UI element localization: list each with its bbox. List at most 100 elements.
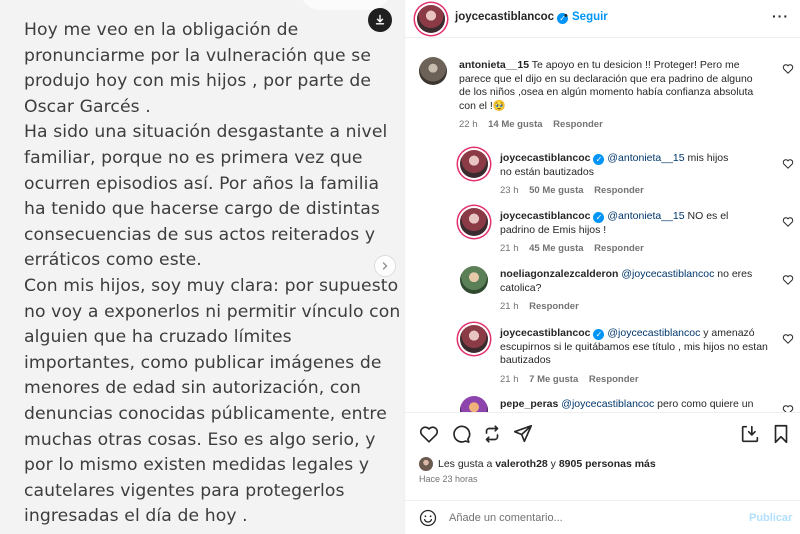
comment-username[interactable]: joycecastiblancoc (500, 327, 590, 339)
commenter-avatar[interactable] (460, 266, 488, 294)
reply-button[interactable]: Responder (594, 185, 644, 196)
like-icon[interactable] (418, 423, 440, 445)
like-comment-icon[interactable] (782, 274, 794, 286)
bookmark-icon[interactable] (770, 423, 792, 445)
image-text-line: familiar, porque no es primera vez que (24, 147, 363, 168)
comment-meta: 22 h 14 Me gusta Responder (459, 119, 764, 130)
comment-input[interactable] (449, 508, 729, 528)
likes-prefix: Les gusta a (438, 458, 493, 470)
comment-time: 21 h (500, 243, 519, 255)
download-icon (375, 14, 385, 25)
comment-mention[interactable]: @joycecastiblancoc (561, 398, 654, 410)
comment-username[interactable]: joycecastiblancoc (500, 152, 590, 164)
liker-username[interactable]: valeroth28 (495, 458, 548, 470)
verified-badge-icon: ✓ (593, 212, 605, 223)
post-image: Hoy me veo en la obligación de pronuncia… (0, 0, 404, 534)
image-text-line: consecuencias de sus actos reiterados y (24, 224, 376, 245)
comment-body: antonieta__15 Te apoyo en tu desicion !!… (459, 59, 764, 113)
author-username[interactable]: joycecastiblancoc (455, 11, 554, 23)
comment-username[interactable]: joycecastiblancoc (500, 210, 590, 222)
commenter-avatar[interactable] (460, 208, 488, 236)
publish-button[interactable]: Publicar (749, 512, 792, 524)
comment-body: joycecastiblancoc ✓ @joycecastiblancoc y … (500, 327, 770, 368)
reply-button[interactable]: Responder (529, 301, 579, 312)
comment-mention[interactable]: @joycecastiblancoc (621, 268, 714, 280)
reply-button[interactable]: Responder (589, 374, 639, 385)
liker-avatar (419, 457, 433, 471)
image-text-line: pronunciarme por la vulneración que se (24, 45, 371, 66)
commenter-avatar[interactable] (460, 150, 488, 178)
post-side-panel: joycecastiblancoc ✓ • Seguir ··· antoniet… (404, 0, 800, 534)
image-text-line: menores de edad sin autorización, con (24, 378, 362, 399)
image-text-line: importantes, como publicar imágenes de (24, 352, 382, 373)
comment-meta: 21 h Responder (500, 301, 770, 312)
verified-badge-icon: ✓ (593, 329, 605, 340)
like-comment-icon[interactable] (782, 216, 794, 228)
commenter-avatar[interactable] (460, 396, 488, 412)
image-text-line: produjo hoy con mis hijos , por parte de (24, 71, 372, 92)
likes-connector: y (550, 458, 556, 470)
comment-body: pepe_peras @joycecastiblancoc pero como … (500, 398, 780, 412)
image-text-line: no voy a exponerlos ni permitir vínculo … (24, 301, 401, 322)
author-avatar[interactable] (417, 5, 445, 33)
post-timestamp[interactable]: Hace 23 horas (419, 474, 478, 484)
commenter-avatar[interactable] (460, 325, 488, 353)
next-slide-button[interactable] (374, 255, 396, 277)
follow-button[interactable]: Seguir (572, 11, 608, 23)
image-text-line: ocurren episodios así. Por años la famil… (24, 173, 380, 194)
comment-time: 21 h (500, 301, 519, 313)
post-action-bar (405, 412, 800, 452)
likes-summary: Les gusta a valeroth28 y 8905 personas m… (419, 457, 656, 471)
comment-meta: 21 h 7 Me gusta Responder (500, 374, 770, 385)
comment-meta: 23 h 50 Me gusta Responder (500, 185, 740, 196)
comment-time: 23 h (500, 185, 519, 197)
reply-button[interactable]: Responder (553, 119, 603, 130)
comment-body: noeliagonzalezcalderon @joycecastiblanco… (500, 268, 770, 295)
reply-button[interactable]: Responder (594, 243, 644, 254)
image-text-line: alguien que ha cruzado límites (24, 327, 292, 348)
image-text-line: denuncias conocidas públicamente, entre (24, 403, 387, 424)
verified-badge-icon: ✓ (593, 154, 605, 165)
comment-likes[interactable]: 50 Me gusta (529, 185, 583, 196)
comment-body: joycecastiblancoc ✓ @antonieta__15 mis hi… (500, 152, 740, 179)
author-name-group: joycecastiblancoc ✓ (455, 11, 569, 24)
download-post-icon[interactable] (739, 423, 761, 445)
comment-likes[interactable]: 14 Me gusta (488, 119, 542, 130)
comment-username[interactable]: pepe_peras (500, 398, 558, 410)
add-comment-bar: Publicar (405, 500, 800, 534)
commenter-avatar[interactable] (419, 57, 447, 85)
comment-icon[interactable] (450, 423, 472, 445)
like-comment-icon[interactable] (782, 333, 794, 345)
comment-likes[interactable]: 45 Me gusta (529, 243, 583, 254)
comment-username[interactable]: noeliagonzalezcalderon (500, 268, 618, 280)
like-comment-icon[interactable] (782, 404, 794, 412)
comment-mention[interactable]: @antonieta__15 (607, 210, 684, 222)
share-icon[interactable] (512, 423, 534, 445)
comment-text: pero como quiere un (657, 398, 754, 410)
image-text-line: ingresadas el día de hoy . (24, 506, 248, 527)
comment-meta: 21 h 45 Me gusta Responder (500, 243, 740, 254)
more-options-icon[interactable]: ··· (772, 8, 789, 24)
image-text-line: Hoy me veo en la obligación de (24, 20, 299, 40)
image-text-line: muchas otras cosas. Eso es algo serio, y (24, 429, 376, 450)
comment-mention[interactable]: @joycecastiblancoc (607, 327, 700, 339)
like-comment-icon[interactable] (782, 158, 794, 170)
chevron-right-icon (382, 262, 388, 270)
post-image-text: Hoy me veo en la obligación de pronuncia… (24, 18, 401, 530)
comment-mention[interactable]: @antonieta__15 (607, 152, 684, 164)
repost-icon[interactable] (481, 423, 503, 445)
emoji-icon[interactable] (419, 509, 437, 527)
separator-dot: • (564, 10, 568, 22)
comment-username[interactable]: antonieta__15 (459, 59, 529, 71)
image-text-line: Con mis hijos, soy muy clara: por supues… (24, 275, 399, 296)
comment-likes[interactable]: 7 Me gusta (529, 374, 578, 385)
image-text-line: Ha sido una situación desgastante a nive… (24, 122, 388, 143)
comment-body: joycecastiblancoc ✓ @antonieta__15 NO es … (500, 210, 740, 237)
image-text-line: ha tenido que hacerse cargo de distintas (24, 199, 380, 220)
like-comment-icon[interactable] (782, 63, 794, 75)
image-text-line: erráticos como este. (24, 250, 202, 271)
image-text-line: cautelares vigentes para protegerlos (24, 480, 345, 501)
likes-others-link[interactable]: 8905 personas más (559, 458, 656, 470)
image-text-line: Oscar Garcés . (24, 96, 151, 117)
download-button[interactable] (368, 8, 392, 32)
